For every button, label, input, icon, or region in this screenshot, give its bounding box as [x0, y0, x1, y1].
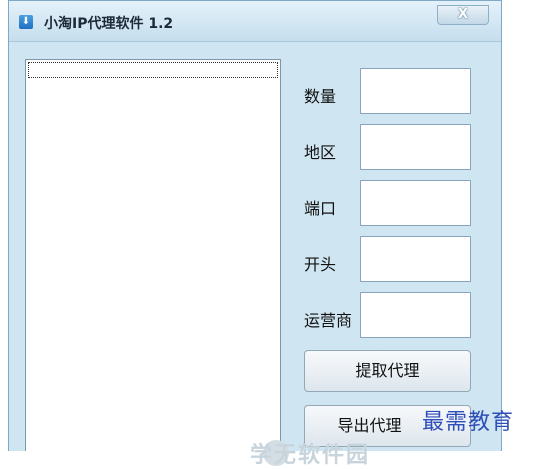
close-button[interactable]: X — [437, 5, 489, 25]
prefix-field[interactable] — [360, 236, 471, 282]
title-bar[interactable]: ⬇ 小淘IP代理软件 1.2 X — [9, 1, 501, 42]
faint-watermark: 学无软件园 — [250, 443, 371, 468]
list-focus-row[interactable] — [28, 62, 278, 78]
count-label: 数量 — [304, 87, 337, 106]
carrier-label: 运营商 — [304, 311, 353, 330]
corner-watermark: 最需教育 — [422, 410, 515, 435]
port-field[interactable] — [360, 180, 471, 226]
app-download-icon: ⬇ — [19, 15, 33, 29]
carrier-field[interactable] — [360, 292, 471, 338]
fetch-proxy-button[interactable]: 提取代理 — [304, 350, 471, 392]
proxy-list[interactable] — [25, 59, 281, 451]
port-label: 端口 — [304, 199, 337, 218]
app-window: ⬇ 小淘IP代理软件 1.2 X 数量 地区 端口 开头 运营商 提取代理 导出… — [8, 0, 502, 451]
window-title: 小淘IP代理软件 1.2 — [44, 16, 174, 32]
prefix-label: 开头 — [304, 255, 337, 274]
count-field[interactable] — [360, 68, 471, 114]
region-label: 地区 — [304, 143, 337, 162]
region-field[interactable] — [360, 124, 471, 170]
